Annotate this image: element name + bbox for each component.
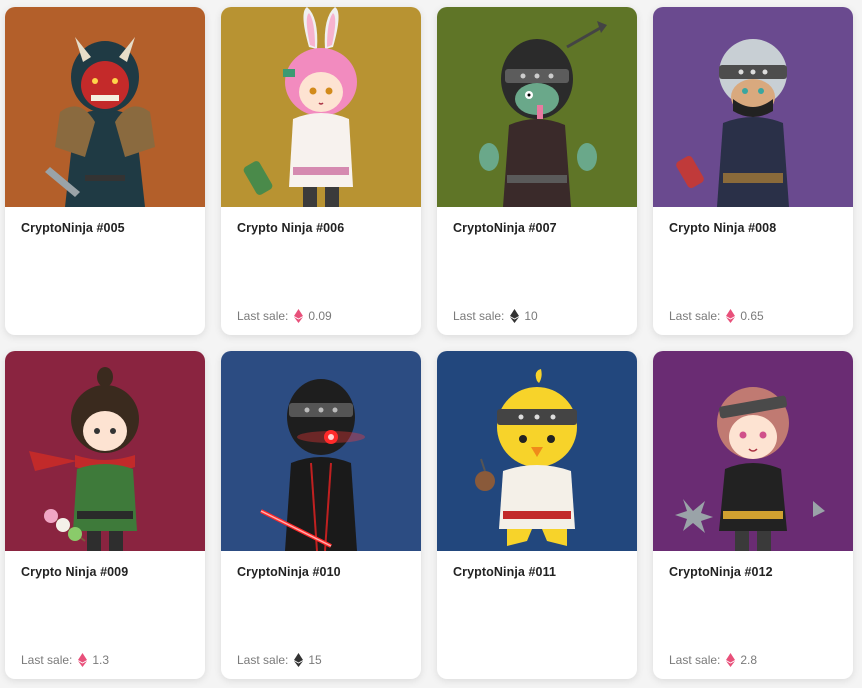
eth-icon [294,653,304,667]
nft-title[interactable]: CryptoNinja #007 [453,221,621,235]
last-sale-label: Last sale: [669,309,721,323]
last-sale: Last sale: 0.65 [669,309,764,323]
nft-card-007[interactable]: CryptoNinja #007 Last sale: 10 [437,7,637,335]
last-sale-price: 2.8 [740,653,758,667]
nft-card-005[interactable]: CryptoNinja #005 [5,7,205,335]
nft-title[interactable]: CryptoNinja #005 [21,221,189,235]
eth-icon [726,309,736,323]
last-sale-label: Last sale: [453,309,505,323]
nft-title[interactable]: CryptoNinja #010 [237,565,405,579]
nft-image-008[interactable] [653,7,853,207]
nft-image-010[interactable] [221,351,421,551]
nft-image-011[interactable] [437,351,637,551]
eth-icon [78,653,88,667]
nft-image-012[interactable] [653,351,853,551]
nft-grid: CryptoNinja #005 Crypto Ninja #006 Last … [0,0,862,688]
nft-card-006[interactable]: Crypto Ninja #006 Last sale: 0.09 [221,7,421,335]
nft-card-010[interactable]: CryptoNinja #010 Last sale: 15 [221,351,421,679]
last-sale-label: Last sale: [669,653,721,667]
nft-title[interactable]: CryptoNinja #011 [453,565,621,579]
last-sale-label: Last sale: [237,653,289,667]
nft-title[interactable]: Crypto Ninja #006 [237,221,405,235]
nft-title[interactable]: Crypto Ninja #008 [669,221,837,235]
last-sale-price: 1.3 [92,653,110,667]
eth-icon [726,653,736,667]
nft-title[interactable]: Crypto Ninja #009 [21,565,189,579]
last-sale: Last sale: 15 [237,653,322,667]
last-sale-price: 0.65 [740,309,764,323]
last-sale-label: Last sale: [21,653,73,667]
nft-card-009[interactable]: Crypto Ninja #009 Last sale: 1.3 [5,351,205,679]
last-sale: Last sale: 1.3 [21,653,109,667]
eth-icon [294,309,304,323]
nft-card-012[interactable]: CryptoNinja #012 Last sale: 2.8 [653,351,853,679]
last-sale-price: 10 [524,309,538,323]
last-sale: Last sale: 2.8 [669,653,757,667]
last-sale-price: 15 [308,653,322,667]
nft-card-011[interactable]: CryptoNinja #011 [437,351,637,679]
nft-title[interactable]: CryptoNinja #012 [669,565,837,579]
eth-icon [510,309,520,323]
nft-card-008[interactable]: Crypto Ninja #008 Last sale: 0.65 [653,7,853,335]
nft-image-006[interactable] [221,7,421,207]
last-sale-label: Last sale: [237,309,289,323]
last-sale: Last sale: 0.09 [237,309,332,323]
nft-image-007[interactable] [437,7,637,207]
nft-image-005[interactable] [5,7,205,207]
last-sale-price: 0.09 [308,309,332,323]
last-sale: Last sale: 10 [453,309,538,323]
nft-image-009[interactable] [5,351,205,551]
